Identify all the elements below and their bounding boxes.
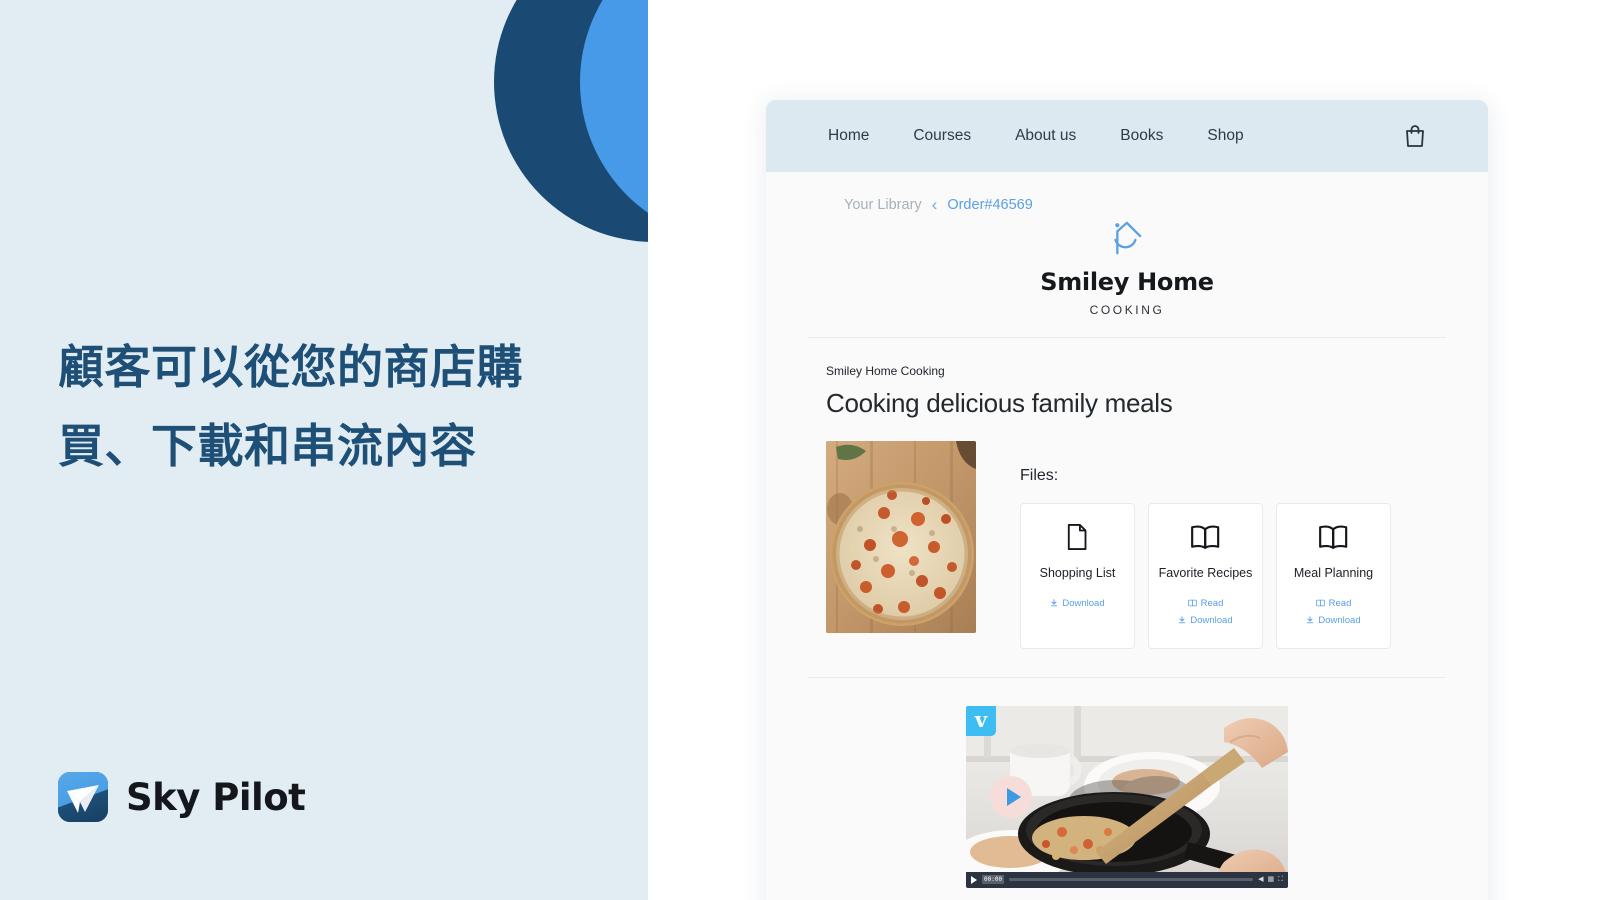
vimeo-logo-icon[interactable]: v: [966, 705, 996, 736]
file-actions: Read Download: [1155, 598, 1256, 626]
download-icon: [1307, 616, 1314, 624]
file-card-favorite-recipes[interactable]: Favorite Recipes Read Download: [1148, 503, 1263, 649]
action-label: Download: [1318, 614, 1361, 626]
settings-icon[interactable]: ▦: [1267, 876, 1274, 883]
screenshot-root: 顧客可以從您的商店購買、下載和串流內容 Sky Pilot Home Cours…: [0, 0, 1600, 900]
video-section: v 00:00 ◀ ▦ ⛶: [800, 678, 1454, 888]
files-section: Files: Shopping List Download Favorite R…: [1020, 441, 1428, 649]
download-icon: [1179, 616, 1186, 624]
volume-icon[interactable]: ◀: [1258, 876, 1263, 883]
storefront-content: Your Library ‹ Order#46569 Smiley Home C…: [766, 172, 1488, 888]
smiley-house-logo-icon: [1114, 221, 1142, 255]
video-player[interactable]: v 00:00 ◀ ▦ ⛶: [966, 705, 1288, 888]
book-open-icon: [1315, 599, 1325, 607]
nav-item-shop[interactable]: Shop: [1207, 127, 1243, 145]
book-icon: [1319, 525, 1348, 549]
breadcrumb-parent[interactable]: Your Library: [844, 197, 922, 213]
shopping-bag-icon[interactable]: [1404, 124, 1426, 148]
chevron-left-icon: ‹: [931, 195, 938, 214]
file-name: Meal Planning: [1293, 566, 1374, 580]
breadcrumb: Your Library ‹ Order#46569: [800, 172, 1454, 213]
read-action[interactable]: Read: [1283, 598, 1384, 609]
product-body: Files: Shopping List Download Favorite R…: [826, 441, 1428, 677]
file-card-shopping-list[interactable]: Shopping List Download: [1020, 503, 1135, 649]
nav-item-books[interactable]: Books: [1120, 127, 1163, 145]
nav-item-about-us[interactable]: About us: [1015, 127, 1076, 145]
site-navbar: Home Courses About us Books Shop: [766, 100, 1488, 172]
product-section: Smiley Home Cooking Cooking delicious fa…: [800, 338, 1454, 677]
store-subtitle: COOKING: [1089, 303, 1165, 317]
storefront-window: Home Courses About us Books Shop Your Li…: [766, 100, 1488, 900]
action-label: Download: [1062, 597, 1105, 609]
file-name: Favorite Recipes: [1158, 566, 1253, 580]
brand-lockup: Sky Pilot: [58, 772, 306, 822]
store-name: Smiley Home: [1040, 268, 1214, 296]
video-controls-right: ◀ ▦ ⛶: [1258, 876, 1283, 883]
nav-item-courses[interactable]: Courses: [913, 127, 971, 145]
video-time: 00:00: [982, 875, 1005, 885]
product-vendor: Smiley Home Cooking: [826, 364, 945, 378]
read-action[interactable]: Read: [1155, 598, 1256, 609]
download-action[interactable]: Download: [1283, 615, 1384, 626]
paper-plane-icon: [58, 772, 108, 822]
file-card-list: Shopping List Download Favorite Recipes …: [1020, 503, 1428, 649]
promo-headline: 顧客可以從您的商店購買、下載和串流內容: [58, 340, 523, 474]
product-thumbnail[interactable]: [826, 441, 976, 633]
files-label: Files:: [1020, 467, 1059, 484]
play-icon[interactable]: [971, 875, 977, 884]
document-icon: [1068, 524, 1087, 550]
brand-name: Sky Pilot: [126, 775, 306, 819]
fullscreen-icon[interactable]: ⛶: [1278, 876, 1283, 883]
product-title: Cooking delicious family meals: [826, 388, 1173, 418]
file-actions: Read Download: [1283, 598, 1384, 626]
download-action[interactable]: Download: [1155, 615, 1256, 626]
video-controls-left: 00:00: [971, 875, 1005, 885]
video-controls[interactable]: 00:00 ◀ ▦ ⛶: [966, 871, 1288, 888]
book-icon: [1191, 525, 1220, 549]
breadcrumb-current-order[interactable]: Order#46569: [947, 197, 1032, 213]
action-label: Read: [1328, 597, 1352, 609]
video-progress-track[interactable]: [1009, 878, 1254, 882]
nav-item-home[interactable]: Home: [828, 127, 869, 145]
action-label: Read: [1200, 597, 1224, 609]
action-label: Download: [1190, 614, 1233, 626]
download-icon: [1051, 599, 1058, 607]
store-header: Smiley Home COOKING: [800, 213, 1454, 337]
play-button-icon[interactable]: [990, 775, 1032, 818]
book-open-icon: [1187, 599, 1197, 607]
nav-links: Home Courses About us Books Shop: [828, 127, 1244, 145]
promo-panel: 顧客可以從您的商店購買、下載和串流內容 Sky Pilot: [0, 0, 648, 900]
file-card-meal-planning[interactable]: Meal Planning Read Download: [1276, 503, 1391, 649]
download-action[interactable]: Download: [1027, 598, 1128, 609]
file-name: Shopping List: [1039, 566, 1116, 580]
file-actions: Download: [1027, 598, 1128, 609]
